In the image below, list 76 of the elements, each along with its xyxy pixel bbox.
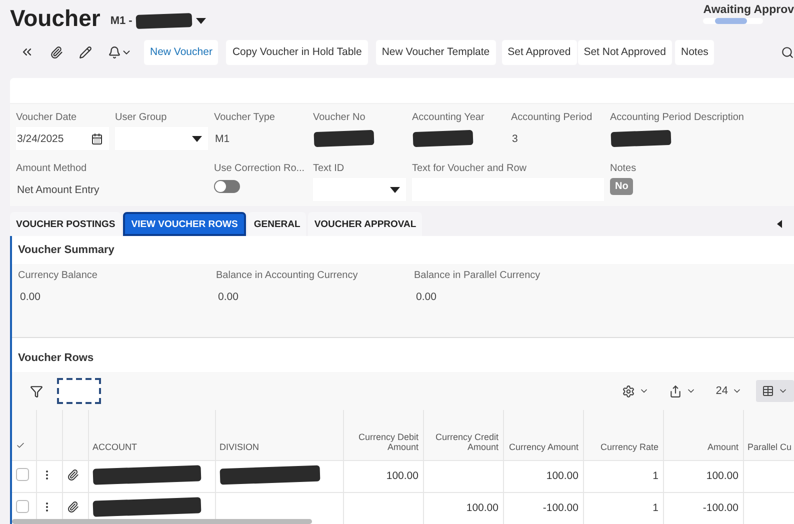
dropdown-field[interactable] (313, 178, 406, 201)
column-header[interactable]: ACCOUNT (88, 410, 215, 460)
table-cell: 1 (652, 470, 658, 482)
row-checkbox[interactable] (16, 468, 29, 481)
redaction-mark (314, 130, 374, 148)
scroll-left-icon[interactable] (777, 220, 782, 228)
status-track (703, 18, 764, 24)
field-value: 3 (512, 132, 518, 144)
column-header[interactable]: Parallel Cu (743, 410, 794, 460)
toggle-switch[interactable] (214, 180, 240, 193)
redaction-mark (412, 130, 474, 148)
field-label: Voucher Type (214, 112, 276, 123)
column-header[interactable]: Currency Credit Amount (423, 410, 503, 460)
table-cell: -100.00 (542, 502, 578, 514)
gear-icon[interactable] (622, 384, 635, 398)
table-view-button[interactable] (756, 380, 794, 402)
field-label: Accounting Period Description (610, 112, 745, 123)
field-label: Balance in Parallel Currency (414, 270, 542, 281)
dropdown-field[interactable] (115, 127, 208, 150)
field-label: Text ID (313, 163, 346, 174)
field-value: 0.00 (217, 291, 240, 303)
table-cell: 100.00 (466, 502, 498, 514)
paperclip-icon[interactable] (66, 468, 78, 480)
field-label: Accounting Year (412, 112, 486, 123)
export-icon[interactable] (668, 384, 682, 398)
tab[interactable]: GENERAL (248, 212, 306, 236)
table-cell: 100.00 (386, 470, 418, 482)
table-cell: 1 (652, 502, 658, 514)
date-field[interactable]: 3/24/2025 (16, 127, 109, 150)
field-label: Balance in Accounting Currency (216, 270, 359, 281)
redaction-mark (610, 130, 672, 148)
tab[interactable]: VOUCHER POSTINGS (10, 212, 122, 236)
page-title: Voucher (10, 4, 100, 32)
toolbar-button[interactable]: New Voucher Template (376, 40, 496, 64)
calendar-icon[interactable] (91, 132, 103, 144)
field-value: 0.00 (19, 291, 42, 303)
check-icon[interactable] (16, 440, 25, 450)
field-value: M1 (215, 132, 230, 144)
toolbar-button[interactable]: Set Not Approved (578, 40, 672, 64)
field-label: Voucher No (313, 112, 366, 123)
field-label: Text for Voucher and Row (412, 163, 528, 174)
field-label: Amount Method (16, 163, 88, 174)
toolbar-button[interactable]: Set Approved (502, 40, 577, 64)
page-size-button[interactable]: 24 (710, 380, 748, 402)
caret-icon[interactable] (196, 18, 206, 24)
table-cell: 100.00 (706, 470, 738, 482)
table-cell: -100.00 (702, 502, 738, 514)
column-header[interactable]: Currency Rate (583, 410, 663, 460)
selection-rectangle (57, 378, 101, 404)
column-header[interactable]: Currency Amount (503, 410, 583, 460)
toolbar-button[interactable]: Notes (675, 40, 714, 64)
status-label: Awaiting Approv (703, 4, 794, 16)
field-value: Net Amount Entry (17, 184, 100, 196)
toolbar-button[interactable]: New Voucher (144, 40, 218, 64)
table-cell: 100.00 (546, 470, 578, 482)
row-checkbox[interactable] (16, 500, 29, 514)
notes-badge: No (610, 178, 634, 195)
table-icon[interactable] (762, 385, 774, 397)
tab[interactable]: VIEW VOUCHER ROWS (123, 212, 246, 236)
caret-icon (192, 136, 202, 142)
field-label: Use Correction Ro... (214, 163, 306, 174)
field-label: Notes (610, 163, 638, 174)
field-label: Accounting Period (511, 112, 594, 123)
field-value: 0.00 (415, 291, 438, 303)
redaction-mark (136, 13, 193, 29)
caret-icon (390, 186, 400, 192)
column-header[interactable]: Amount (663, 410, 743, 460)
tab[interactable]: VOUCHER APPROVAL (308, 212, 422, 236)
field-label: Voucher Date (16, 112, 78, 123)
voucher-id: M1 - (110, 15, 132, 27)
toolbar-button[interactable]: Copy Voucher in Hold Table (226, 40, 368, 64)
field-label: User Group (115, 112, 168, 123)
column-header[interactable]: DIVISION (215, 410, 343, 460)
paperclip-icon[interactable] (66, 500, 78, 513)
column-header[interactable]: Currency Debit Amount (343, 410, 423, 460)
field-label: Currency Balance (18, 270, 98, 281)
